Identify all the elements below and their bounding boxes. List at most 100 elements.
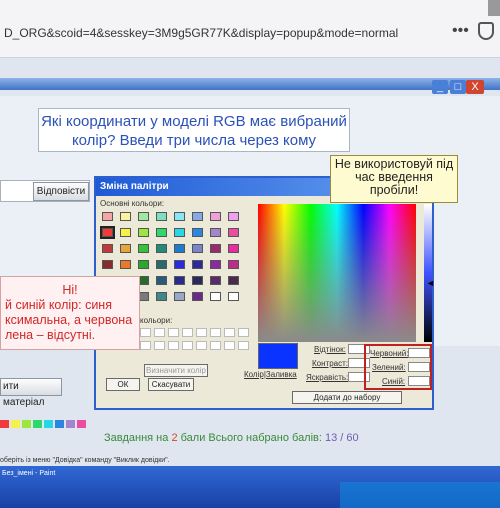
add-to-custom-button[interactable]: Додати до набору [292,391,402,404]
color-swatch[interactable] [138,244,149,253]
color-swatch[interactable] [192,260,203,269]
color-swatch[interactable] [174,212,185,221]
custom-color-slot[interactable] [210,341,221,350]
custom-color-slot[interactable] [168,328,179,337]
color-swatch[interactable] [102,244,113,253]
color-swatch[interactable] [210,228,221,237]
custom-color-slot[interactable] [168,341,179,350]
color-spectrum[interactable] [258,204,416,342]
color-swatch[interactable] [138,228,149,237]
color-swatch[interactable] [228,212,239,221]
custom-color-slot[interactable] [196,341,207,350]
color-swatch[interactable] [228,260,239,269]
score-line: Завдання на 2 бали Всього набрано балів:… [104,432,359,444]
mini-color-swatch[interactable] [22,420,31,428]
custom-color-slot[interactable] [154,328,165,337]
color-swatch[interactable] [228,228,239,237]
color-swatch[interactable] [210,244,221,253]
green-label: Зелений: [372,363,406,372]
custom-color-slot[interactable] [238,341,249,350]
color-swatch[interactable] [210,276,221,285]
color-swatch[interactable] [228,292,239,301]
color-swatch[interactable] [156,260,167,269]
contrast-label: Контраст: [312,359,348,368]
shield-icon[interactable] [478,22,494,40]
color-swatch[interactable] [192,244,203,253]
minimize-button[interactable]: _ [432,80,448,94]
feedback-text: й синій колір: синя ксимальна, а червона… [5,298,133,342]
browser-url-bar[interactable]: D_ORG&scoid=4&sesskey=3M9g5GR77K&display… [0,0,500,58]
color-swatch[interactable] [174,292,185,301]
score-points: 2 [171,432,178,444]
color-swatch[interactable] [192,276,203,285]
cancel-button[interactable]: Скасувати [148,378,194,391]
define-colors-button[interactable]: Визначити колір >> [144,364,208,386]
red-label: Червоний: [370,349,409,358]
taskbar-item[interactable]: Без_імені - Paint [2,470,55,477]
color-swatch[interactable] [156,212,167,221]
custom-color-slot[interactable] [182,341,193,350]
restore-material-button[interactable]: ити матеріал [0,378,62,408]
custom-colors-label: кольори: [140,316,173,325]
custom-color-slot[interactable] [140,328,151,337]
mini-color-swatch[interactable] [66,420,75,428]
color-swatch[interactable] [102,260,113,269]
mini-color-swatch[interactable] [11,420,20,428]
luminance-slider[interactable] [424,204,432,342]
close-button[interactable]: X [466,80,484,94]
color-swatch[interactable] [210,260,221,269]
color-swatch[interactable] [192,228,203,237]
color-swatch[interactable] [210,292,221,301]
help-hint: оберіть із меню "Довідка" команду "Викли… [0,457,170,464]
color-swatch[interactable] [174,244,185,253]
color-preview [258,343,298,369]
color-swatch[interactable] [156,244,167,253]
custom-color-slot[interactable] [210,328,221,337]
color-swatch[interactable] [192,292,203,301]
color-swatch[interactable] [138,212,149,221]
mini-color-swatch[interactable] [44,420,53,428]
color-swatch[interactable] [156,276,167,285]
feedback-box: Ні! й синій колір: синя ксимальна, а чер… [0,276,140,350]
custom-color-slot[interactable] [238,328,249,337]
basic-colors-label: Основні кольори: [100,199,165,208]
palette-dialog: Зміна палітри Основні кольори: кольори: … [94,176,435,410]
color-swatch[interactable] [120,260,131,269]
blue-field[interactable] [408,376,430,386]
color-swatch[interactable] [120,228,131,237]
custom-color-slot[interactable] [154,341,165,350]
custom-color-slot[interactable] [182,328,193,337]
custom-color-slot[interactable] [224,341,235,350]
color-swatch[interactable] [156,292,167,301]
color-swatch[interactable] [174,228,185,237]
color-swatch[interactable] [138,260,149,269]
answer-button[interactable]: Відповісти [33,182,89,201]
color-swatch[interactable] [120,212,131,221]
ok-button[interactable]: ОК [106,378,140,391]
green-field[interactable] [408,362,430,372]
color-swatch[interactable] [228,244,239,253]
mini-color-swatch[interactable] [0,420,9,428]
color-swatch[interactable] [174,276,185,285]
maximize-button[interactable]: □ [450,80,466,94]
custom-color-slot[interactable] [140,341,151,350]
color-swatch[interactable] [210,212,221,221]
mini-color-swatch[interactable] [33,420,42,428]
slider-arrow-icon[interactable]: ◄ [426,278,435,288]
mini-palette-strip [0,418,96,436]
color-swatch[interactable] [102,212,113,221]
mini-color-swatch[interactable] [77,420,86,428]
mini-color-swatch[interactable] [55,420,64,428]
custom-color-slot[interactable] [196,328,207,337]
color-swatch[interactable] [174,260,185,269]
custom-color-slot[interactable] [224,328,235,337]
color-swatch[interactable] [228,276,239,285]
url-text[interactable]: D_ORG&scoid=4&sesskey=3M9g5GR77K&display… [4,26,398,40]
color-swatch[interactable] [156,228,167,237]
more-dots-icon[interactable]: ••• [452,22,469,40]
color-swatch[interactable] [120,244,131,253]
color-swatch[interactable] [100,226,115,239]
system-tray [340,482,500,508]
red-field[interactable] [408,348,430,358]
color-swatch[interactable] [192,212,203,221]
